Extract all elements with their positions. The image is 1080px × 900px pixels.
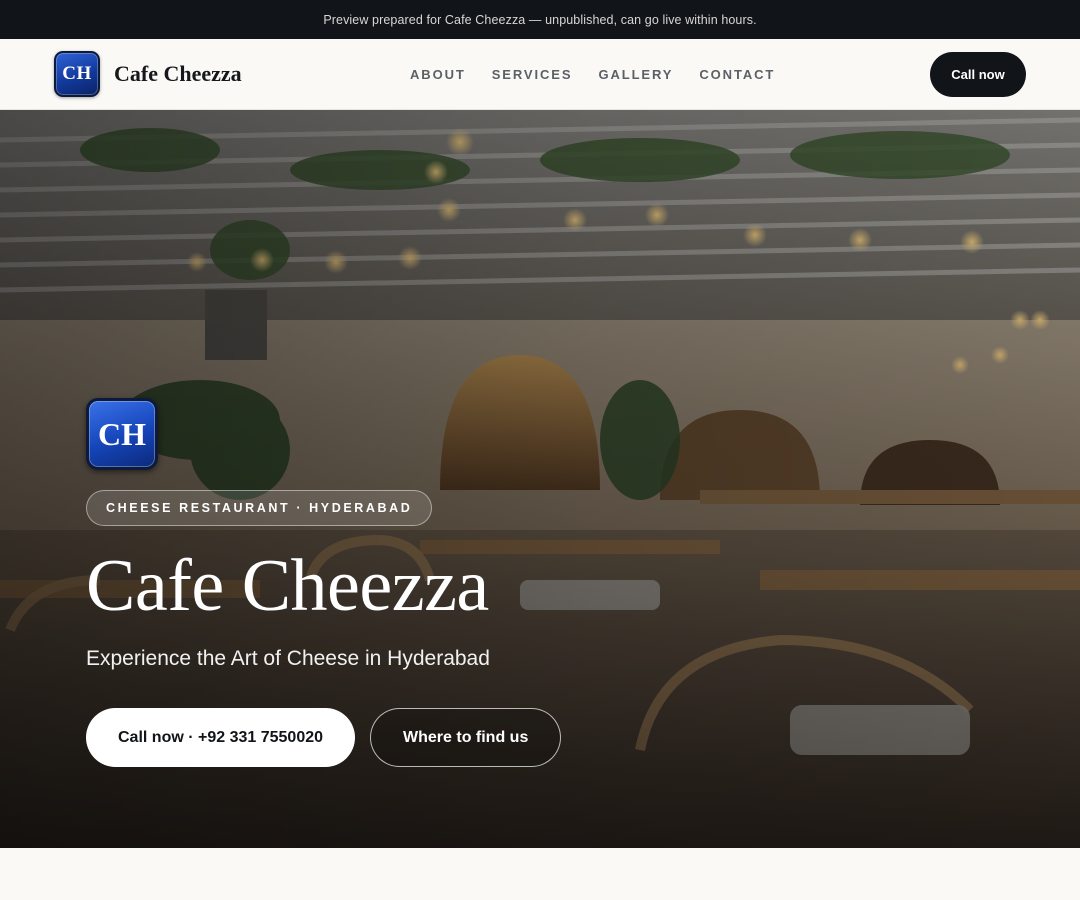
brand-name: Cafe Cheezza: [114, 61, 242, 86]
brand-logo: CH: [54, 51, 100, 97]
preview-banner-text: Preview prepared for Cafe Cheezza — unpu…: [323, 12, 757, 27]
header-call-button[interactable]: Call now: [930, 52, 1026, 97]
hero-section: CH CHEESE RESTAURANT · HYDERABAD Cafe Ch…: [0, 110, 1080, 848]
brand-link[interactable]: CH Cafe Cheezza: [54, 51, 242, 97]
hero-subtitle: Experience the Art of Cheese in Hyderaba…: [86, 647, 490, 670]
nav-link-gallery[interactable]: GALLERY: [598, 67, 673, 82]
hero-title: Cafe Cheezza: [86, 545, 489, 627]
preview-banner: Preview prepared for Cafe Cheezza — unpu…: [0, 0, 1080, 39]
find-us-button[interactable]: Where to find us: [370, 708, 562, 767]
nav-link-contact[interactable]: CONTACT: [699, 67, 775, 82]
main-nav: ABOUT SERVICES GALLERY CONTACT: [410, 39, 775, 110]
hero-content: CH CHEESE RESTAURANT · HYDERABAD Cafe Ch…: [86, 398, 786, 767]
hero-tagline-pill: CHEESE RESTAURANT · HYDERABAD: [86, 490, 433, 526]
call-now-button[interactable]: Call now · +92 331 7550020: [86, 708, 356, 767]
hero-logo: CH: [86, 398, 158, 470]
nav-link-about[interactable]: ABOUT: [410, 67, 466, 82]
site-header: CH Cafe Cheezza ABOUT SERVICES GALLERY C…: [0, 39, 1080, 110]
nav-link-services[interactable]: SERVICES: [492, 67, 573, 82]
hero-actions: Call now · +92 331 7550020 Where to find…: [86, 708, 786, 767]
